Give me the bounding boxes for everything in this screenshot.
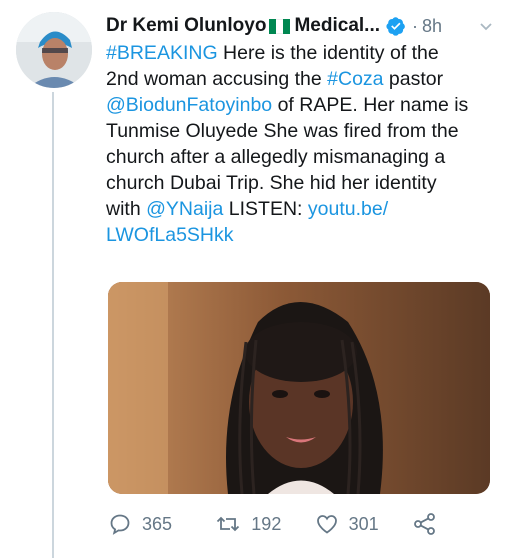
tweet-text: #BREAKING Here is the identity of the 2nd…	[106, 40, 496, 248]
mention-link[interactable]: @YNaija	[146, 198, 223, 220]
hashtag-link[interactable]: #Coza	[327, 68, 383, 90]
tweet-text-line: with @YNaija LISTEN: youtu.be/	[106, 196, 496, 222]
tweet-header: Dr Kemi Olunloyo Medical... · 8h	[106, 14, 494, 38]
tweet-text-segment: Tunmise Oluyede She was fired from the	[106, 120, 459, 142]
tweet-text-line: LWOfLa5SHkk	[106, 222, 496, 248]
retweet-icon	[215, 512, 241, 536]
tweet-time[interactable]: 8h	[422, 16, 442, 37]
mention-link[interactable]: @BiodunFatoyinbo	[106, 94, 272, 116]
tweet-text-segment: Here is the identity of the	[217, 42, 439, 64]
reply-button[interactable]: 365	[108, 512, 215, 536]
tweet-text-line: @BiodunFatoyinbo of RAPE. Her name is	[106, 92, 496, 118]
like-button[interactable]: 301	[315, 512, 412, 536]
tweet-text-segment: 2nd woman accusing the	[106, 68, 328, 90]
separator-dot: ·	[412, 15, 418, 36]
reply-count: 365	[142, 513, 173, 534]
verified-badge-icon	[386, 16, 406, 36]
author-name[interactable]: Dr Kemi Olunloyo	[106, 15, 266, 37]
retweet-button[interactable]: 192	[215, 512, 314, 536]
share-icon	[412, 512, 438, 536]
tweet-text-segment: pastor	[383, 68, 444, 90]
tweet-text-line: #BREAKING Here is the identity of the	[106, 40, 496, 66]
tweet-text-segment: of RAPE. Her name is	[272, 94, 469, 116]
tweet-text-segment: with	[106, 198, 147, 220]
tweet-text-segment: church Dubai Trip. She hid her identity	[106, 172, 437, 194]
tweet-text-segment: LISTEN:	[223, 198, 308, 220]
heart-icon	[315, 512, 339, 536]
tweet-media-image[interactable]	[108, 282, 490, 494]
hashtag-link[interactable]: #BREAKING	[106, 42, 218, 64]
like-count: 301	[348, 513, 379, 534]
tweet-actions: 365 192 301	[108, 510, 438, 538]
tweet-text-line: church after a allegedly mismanaging a	[106, 144, 496, 170]
reply-icon	[108, 512, 132, 536]
tweet-text-line: 2nd woman accusing the #Coza pastor	[106, 66, 496, 92]
chevron-down-icon[interactable]	[478, 18, 494, 34]
share-button[interactable]	[412, 512, 438, 536]
tweet-text-segment: church after a allegedly mismanaging a	[106, 146, 446, 168]
url-link[interactable]: LWOfLa5SHkk	[106, 224, 234, 246]
author-name-suffix[interactable]: Medical...	[294, 15, 380, 37]
url-link[interactable]: youtu.be/	[308, 198, 388, 220]
thread-line	[52, 92, 54, 558]
nigeria-flag-icon	[269, 18, 291, 34]
avatar[interactable]	[16, 12, 92, 88]
tweet-text-line: church Dubai Trip. She hid her identity	[106, 170, 496, 196]
tweet: Dr Kemi Olunloyo Medical... · 8h #BREAKI…	[0, 0, 508, 558]
tweet-text-line: Tunmise Oluyede She was fired from the	[106, 118, 496, 144]
retweet-count: 192	[251, 513, 282, 534]
